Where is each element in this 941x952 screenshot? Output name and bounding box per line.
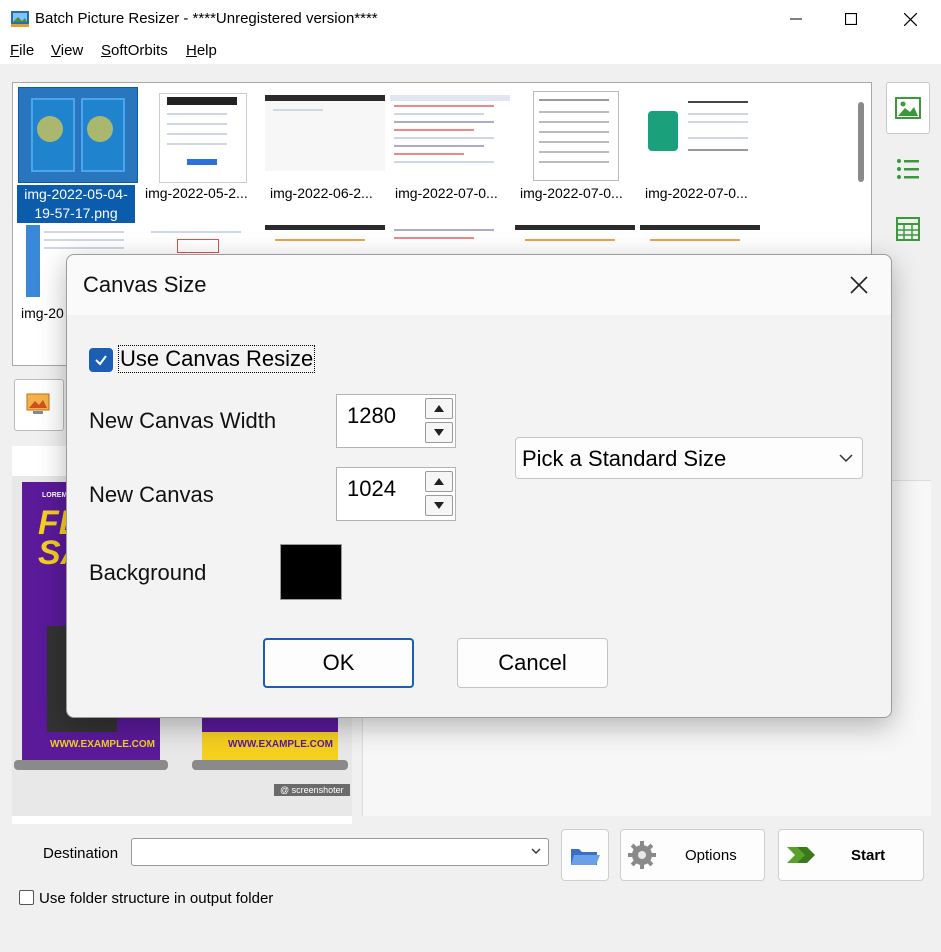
folder-icon [571,849,600,865]
view-thumbnails-button[interactable] [886,82,930,134]
thumbnail-image[interactable] [265,87,385,183]
cancel-button[interactable]: Cancel [457,638,608,688]
preview-url-text: WWW.EXAMPLE.COM [228,739,333,750]
close-window-button[interactable] [887,0,933,38]
destination-input[interactable] [131,838,549,866]
window-title: Batch Picture Resizer - ****Unregistered… [35,10,378,27]
canvas-width-decrement[interactable] [425,422,453,443]
start-label: Start [851,846,886,864]
dialog-title: Canvas Size [83,272,207,297]
use-canvas-resize-checkbox[interactable] [89,348,113,372]
folder-structure-checkbox[interactable] [19,890,34,905]
minimize-button[interactable] [773,0,819,38]
thumbnail-image[interactable] [640,87,760,183]
thumbnail-label[interactable]: img-2022-07-0... [645,185,748,201]
folder-structure-label[interactable]: Use folder structure in output folder [39,890,273,907]
thumbnail-label[interactable]: img-2022-05-2... [145,185,248,201]
app-icon [10,9,30,29]
thumbnail-label-selected[interactable]: img-2022-05-04- 19-57-17.png [17,185,135,223]
dialog-header: Canvas Size [67,255,891,315]
menu-softorbits[interactable]: SoftOrbits [101,42,168,59]
standard-size-text: Pick a Standard Size [522,446,727,471]
triangle-up-icon [434,405,444,412]
list-icon [897,159,919,179]
maximize-icon [845,13,857,25]
thumbnail-label[interactable]: img-2022-06-2... [270,185,373,201]
preview-url-text: WWW.EXAMPLE.COM [50,739,155,750]
thumbnail-label[interactable]: img-2022-07-0... [395,185,498,201]
gear-icon [628,841,656,869]
thumbnail-image[interactable] [147,87,267,183]
dialog-close-button[interactable] [843,269,875,301]
triangle-down-icon [434,502,444,509]
canvas-height-label: New Canvas [89,482,214,507]
menu-help[interactable]: Help [186,42,217,59]
thumbnail-label-line: 19-57-17.png [34,205,118,221]
canvas-width-increment[interactable] [425,398,453,419]
canvas-height-stepper[interactable]: 1024 [336,467,456,521]
picture-icon [26,393,50,414]
preview-toggle-button[interactable] [14,379,64,431]
canvas-width-value[interactable]: 1280 [347,403,396,429]
options-label: Options [685,846,737,864]
close-icon [850,276,868,294]
table-icon [896,217,920,241]
menu-view[interactable]: View [51,42,83,59]
canvas-height-increment[interactable] [425,471,453,492]
thumbnail-image[interactable] [18,87,138,183]
canvas-width-label: New Canvas Width [89,408,277,433]
background-color-swatch[interactable] [280,544,342,600]
standard-size-dropdown[interactable]: Pick a Standard Size [515,437,863,479]
background-label: Background [89,560,207,585]
triangle-down-icon [434,429,444,436]
thumbnail-label-line: img-2022-05-04- [24,186,128,202]
thumbnail-label[interactable]: img-2022-07-0... [520,185,623,201]
view-list-button[interactable] [886,144,930,194]
minimize-icon [790,18,802,20]
start-button[interactable]: Start [778,829,924,881]
canvas-height-value[interactable]: 1024 [347,476,396,502]
triangle-up-icon [434,478,444,485]
menu-bar: File View SoftOrbits Help [0,38,941,64]
browse-folder-button[interactable] [561,829,609,881]
chevron-down-icon [839,454,853,463]
close-icon [903,12,917,26]
chevron-down-icon[interactable] [530,845,542,857]
canvas-width-stepper[interactable]: 1280 [336,394,456,448]
thumbnail-image[interactable] [515,87,635,183]
start-arrow-icon [787,847,815,863]
title-bar: Batch Picture Resizer - ****Unregistered… [0,0,941,38]
canvas-size-dialog: Canvas Size Use Canvas Resize New Canvas… [66,254,892,718]
thumbnail-label[interactable]: img-20 [21,305,64,321]
thumbnail-scrollbar[interactable] [858,102,864,182]
canvas-height-decrement[interactable] [425,495,453,516]
maximize-button[interactable] [828,0,874,38]
menu-file[interactable]: File [10,42,34,59]
use-canvas-resize-label[interactable]: Use Canvas Resize [118,345,316,373]
preview-watermark: @ screenshoter [274,784,350,796]
ok-button[interactable]: OK [263,638,414,688]
view-table-button[interactable] [886,204,930,254]
destination-label: Destination [43,845,119,862]
checkmark-icon [95,355,107,366]
thumbnail-image[interactable] [141,221,261,255]
image-icon [895,97,921,119]
thumbnail-image[interactable] [390,87,510,183]
options-button[interactable]: Options [620,829,765,881]
